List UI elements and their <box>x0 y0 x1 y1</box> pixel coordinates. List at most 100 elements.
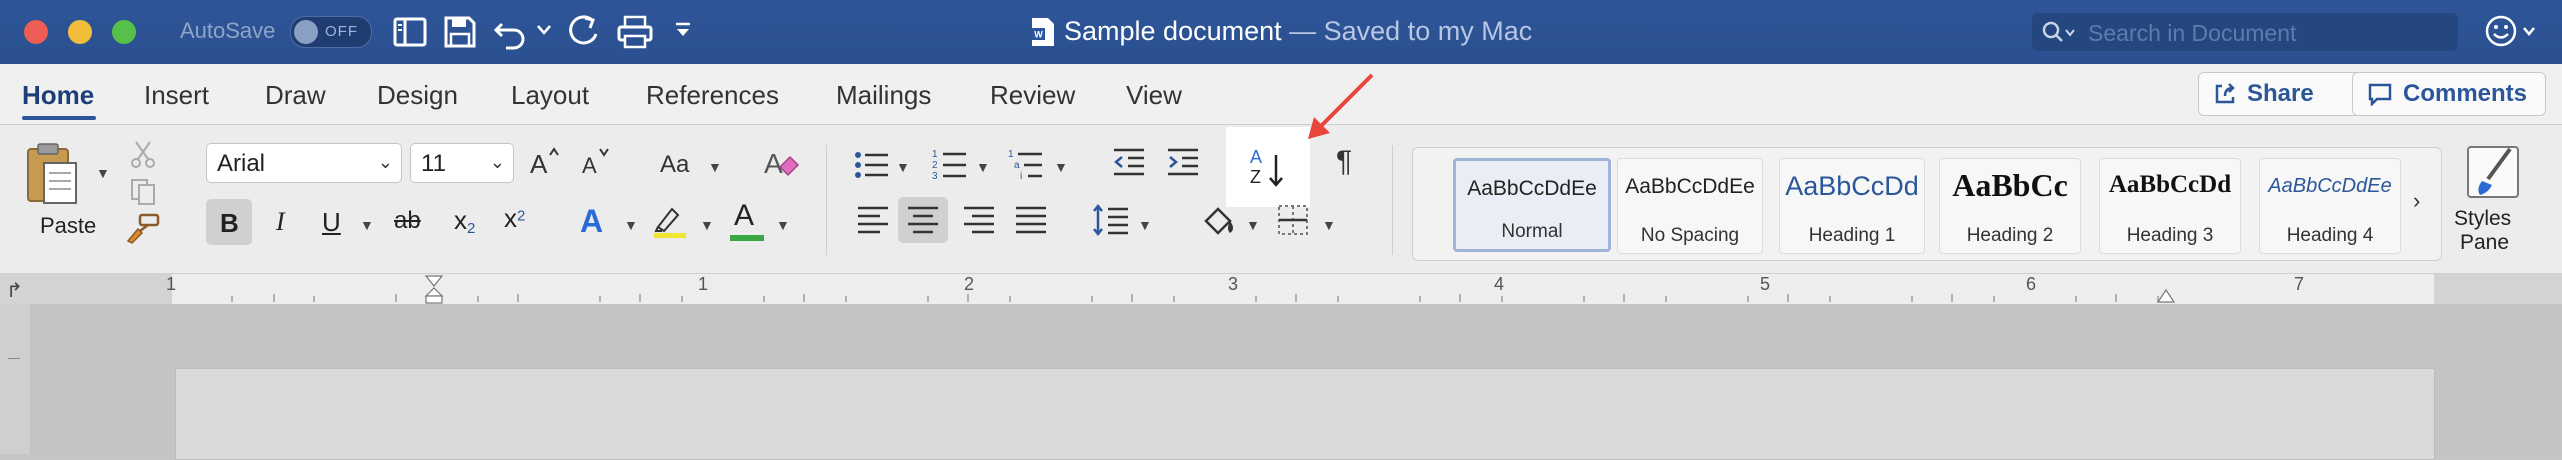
styles-pane-icon[interactable] <box>2462 143 2524 201</box>
svg-text:1: 1 <box>1008 149 1014 160</box>
tab-review[interactable]: Review <box>990 80 1075 111</box>
group-divider <box>826 145 827 255</box>
highlight-dropdown-icon[interactable]: ▼ <box>700 217 714 233</box>
sidebar-icon[interactable] <box>392 14 428 50</box>
smiley-feedback-icon[interactable] <box>2484 14 2538 50</box>
svg-text:W: W <box>1034 30 1043 40</box>
svg-text:a: a <box>1014 160 1020 171</box>
svg-text:i: i <box>1020 171 1022 181</box>
style-no-spacing[interactable]: AaBbCcDdEe No Spacing <box>1617 158 1763 254</box>
underline-dropdown-icon[interactable]: ▼ <box>360 217 374 233</box>
tab-design[interactable]: Design <box>377 80 458 111</box>
style-heading-4[interactable]: AaBbCcDdEe Heading 4 <box>2259 158 2401 254</box>
multilevel-dropdown-icon[interactable]: ▼ <box>1054 159 1068 175</box>
font-color-dropdown-icon[interactable]: ▼ <box>776 217 790 233</box>
subscript-button[interactable]: x2 <box>454 205 475 237</box>
document-name: Sample document <box>1064 16 1282 46</box>
tab-mailings[interactable]: Mailings <box>836 80 931 111</box>
style-heading-1[interactable]: AaBbCcDd Heading 1 <box>1779 158 1925 254</box>
style-normal[interactable]: AaBbCcDdEe Normal <box>1453 158 1611 252</box>
save-icon[interactable] <box>442 14 478 50</box>
tab-home[interactable]: Home <box>22 80 94 111</box>
tab-layout[interactable]: Layout <box>511 80 589 111</box>
numbering-dropdown-icon[interactable]: ▼ <box>976 159 990 175</box>
document-page[interactable] <box>175 368 2435 460</box>
italic-button[interactable]: I <box>276 207 285 237</box>
style-heading-2[interactable]: AaBbCc Heading 2 <box>1939 158 2081 254</box>
align-left-icon[interactable] <box>856 205 890 235</box>
word-document-icon: W <box>1030 16 1056 48</box>
comments-button[interactable]: Comments <box>2352 72 2546 116</box>
zoom-window-button[interactable] <box>112 20 136 44</box>
clear-formatting-icon[interactable]: A <box>762 143 800 181</box>
tab-references[interactable]: References <box>646 80 779 111</box>
shrink-font-icon[interactable]: A <box>580 145 614 177</box>
text-effects-dropdown-icon[interactable]: ▼ <box>624 217 638 233</box>
print-icon[interactable] <box>616 14 654 50</box>
borders-dropdown-icon[interactable]: ▼ <box>1322 217 1336 233</box>
change-case-button[interactable]: Aa <box>660 151 689 179</box>
tab-view[interactable]: View <box>1126 80 1182 111</box>
search-input[interactable]: Search in Document <box>2032 13 2458 51</box>
line-spacing-dropdown-icon[interactable]: ▼ <box>1138 217 1152 233</box>
font-size-select[interactable]: 11 ⌄ <box>410 143 514 183</box>
format-painter-icon[interactable] <box>126 213 160 245</box>
redo-icon[interactable] <box>566 14 602 50</box>
strikethrough-button[interactable]: ab <box>394 207 421 235</box>
underline-button[interactable]: U <box>322 207 341 238</box>
paste-dropdown-icon[interactable]: ▼ <box>96 165 110 181</box>
text-effects-button[interactable]: A <box>580 203 603 240</box>
align-center-button[interactable] <box>898 197 948 243</box>
font-name-select[interactable]: Arial ⌄ <box>206 143 402 183</box>
bold-button[interactable]: B <box>206 199 252 245</box>
close-window-button[interactable] <box>24 20 48 44</box>
cut-icon[interactable] <box>128 139 158 169</box>
svg-text:2: 2 <box>932 160 938 171</box>
show-formatting-marks-button[interactable]: ¶ <box>1336 145 1352 179</box>
autosave-toggle[interactable]: OFF <box>290 16 372 48</box>
change-case-dropdown-icon[interactable]: ▼ <box>708 159 722 175</box>
sort-button[interactable]: AZ <box>1226 127 1310 207</box>
decrease-indent-icon[interactable] <box>1112 147 1146 177</box>
undo-icon[interactable] <box>492 14 528 50</box>
increase-indent-icon[interactable] <box>1166 147 1200 177</box>
gallery-more-chevron-icon[interactable]: › <box>2413 188 2420 214</box>
ruler-number: 3 <box>1228 274 1239 294</box>
active-tab-indicator <box>22 116 96 120</box>
justify-icon[interactable] <box>1014 205 1048 235</box>
tab-stop-selector-icon[interactable]: ↱ <box>6 278 23 303</box>
shading-dropdown-icon[interactable]: ▼ <box>1246 217 1260 233</box>
font-name-value: Arial <box>217 150 266 177</box>
tab-draw[interactable]: Draw <box>265 80 326 111</box>
tab-insert[interactable]: Insert <box>144 80 209 111</box>
right-indent-marker-icon[interactable] <box>2156 286 2176 304</box>
grow-font-icon[interactable]: A <box>528 145 562 177</box>
shading-icon[interactable] <box>1200 203 1238 237</box>
paste-icon[interactable] <box>24 141 80 207</box>
superscript-button[interactable]: x2 <box>504 203 525 234</box>
line-spacing-icon[interactable] <box>1092 203 1130 237</box>
bullets-dropdown-icon[interactable]: ▼ <box>896 159 910 175</box>
bullets-icon[interactable] <box>854 149 890 181</box>
borders-icon[interactable] <box>1276 203 1312 237</box>
numbering-icon[interactable]: 123 <box>932 147 968 181</box>
ruler-number: 1 <box>698 274 709 294</box>
ruler-number: 5 <box>1760 274 1771 294</box>
annotation-arrow-icon <box>1300 69 1380 149</box>
style-name: Heading 2 <box>1966 225 2054 246</box>
sort-az-icon: AZ <box>1248 141 1288 191</box>
share-button[interactable]: Share <box>2198 72 2372 116</box>
copy-icon[interactable] <box>128 177 158 207</box>
styles-pane-label-2: Pane <box>2460 231 2510 254</box>
minimize-window-button[interactable] <box>68 20 92 44</box>
multilevel-list-icon[interactable]: 1ai <box>1008 147 1044 181</box>
ribbon-tab-bar: Home Insert Draw Design Layout Reference… <box>0 64 2562 125</box>
undo-dropdown-icon[interactable] <box>536 24 552 36</box>
subscript-x: x <box>454 205 467 235</box>
align-right-icon[interactable] <box>962 205 996 235</box>
first-line-indent-marker-icon[interactable] <box>424 274 444 304</box>
highlight-icon[interactable] <box>652 203 688 239</box>
autosave-knob <box>294 20 318 44</box>
customize-toolbar-icon[interactable] <box>674 22 692 40</box>
style-heading-3[interactable]: AaBbCcDd Heading 3 <box>2099 158 2241 254</box>
